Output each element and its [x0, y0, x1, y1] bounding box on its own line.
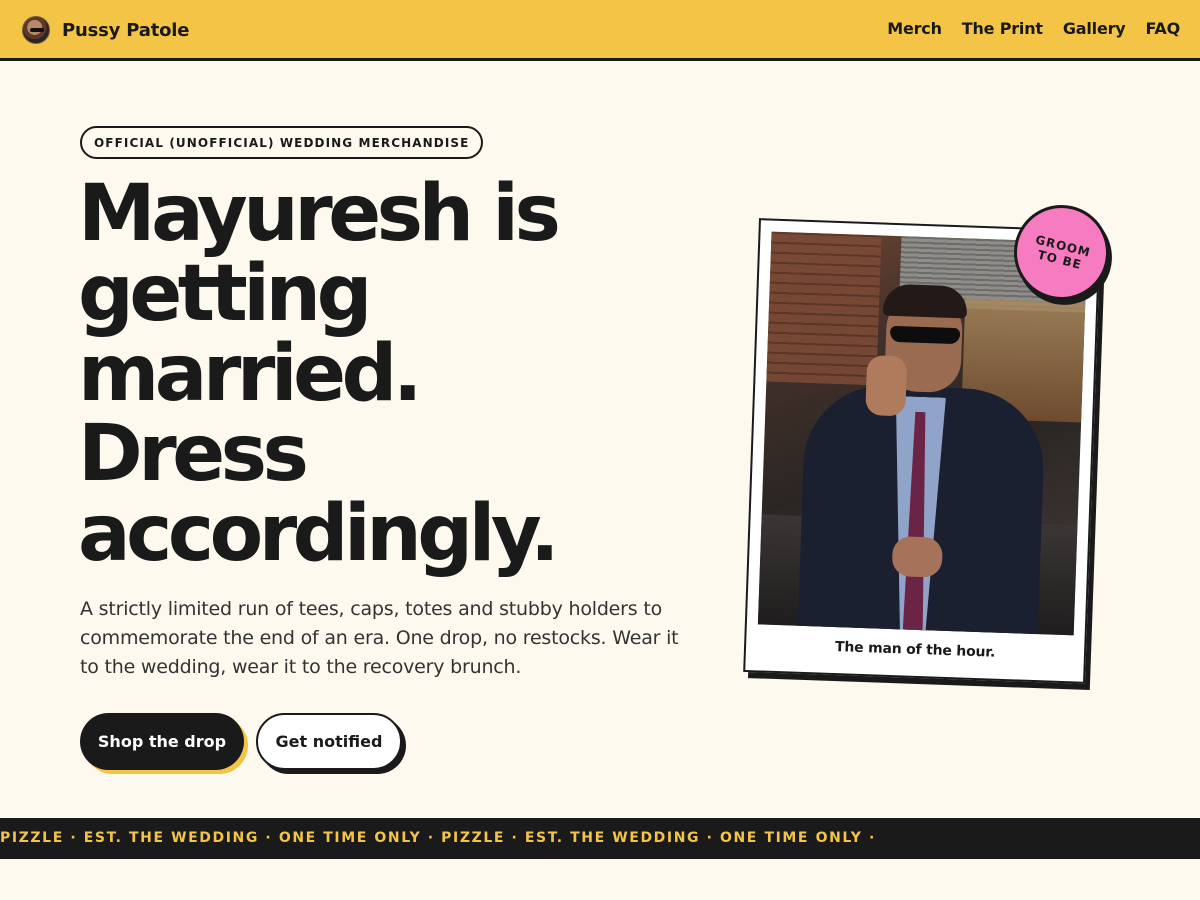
brand-name: Pussy Patole: [62, 19, 190, 41]
top-navigation-bar: Pussy Patole Merch The Print Gallery FAQ: [0, 0, 1200, 61]
get-notified-button[interactable]: Get notified: [256, 713, 402, 770]
nav-link-gallery[interactable]: Gallery: [1063, 19, 1126, 38]
nav-link-the-print[interactable]: The Print: [962, 19, 1043, 38]
nav-link-merch[interactable]: Merch: [887, 19, 942, 38]
nav-link-faq[interactable]: FAQ: [1146, 19, 1181, 38]
polaroid-caption: The man of the hour.: [834, 639, 996, 661]
headline-line: Mayuresh is: [78, 169, 561, 259]
eyebrow-badge: OFFICIAL (UNOFFICIAL) WEDDING MERCHANDIS…: [80, 126, 484, 159]
main-nav: Merch The Print Gallery FAQ: [887, 19, 1180, 38]
hero-headline: Mayuresh is getting married. Dress accor…: [78, 174, 698, 574]
marquee-ticker: PIZZLE · EST. THE WEDDING · ONE TIME ONL…: [0, 818, 1200, 859]
headline-line: getting: [78, 249, 372, 339]
headline-line: accordingly.: [78, 489, 560, 579]
brand-link[interactable]: Pussy Patole: [22, 16, 189, 44]
headline-line: married.: [78, 329, 422, 419]
headline-line: Dress: [78, 409, 309, 499]
ticker-text: PIZZLE · EST. THE WEDDING · ONE TIME ONL…: [0, 830, 876, 846]
shop-the-drop-button[interactable]: Shop the drop: [80, 713, 244, 770]
brand-avatar: [22, 16, 50, 44]
hero-description: A strictly limited run of tees, caps, to…: [80, 598, 679, 678]
